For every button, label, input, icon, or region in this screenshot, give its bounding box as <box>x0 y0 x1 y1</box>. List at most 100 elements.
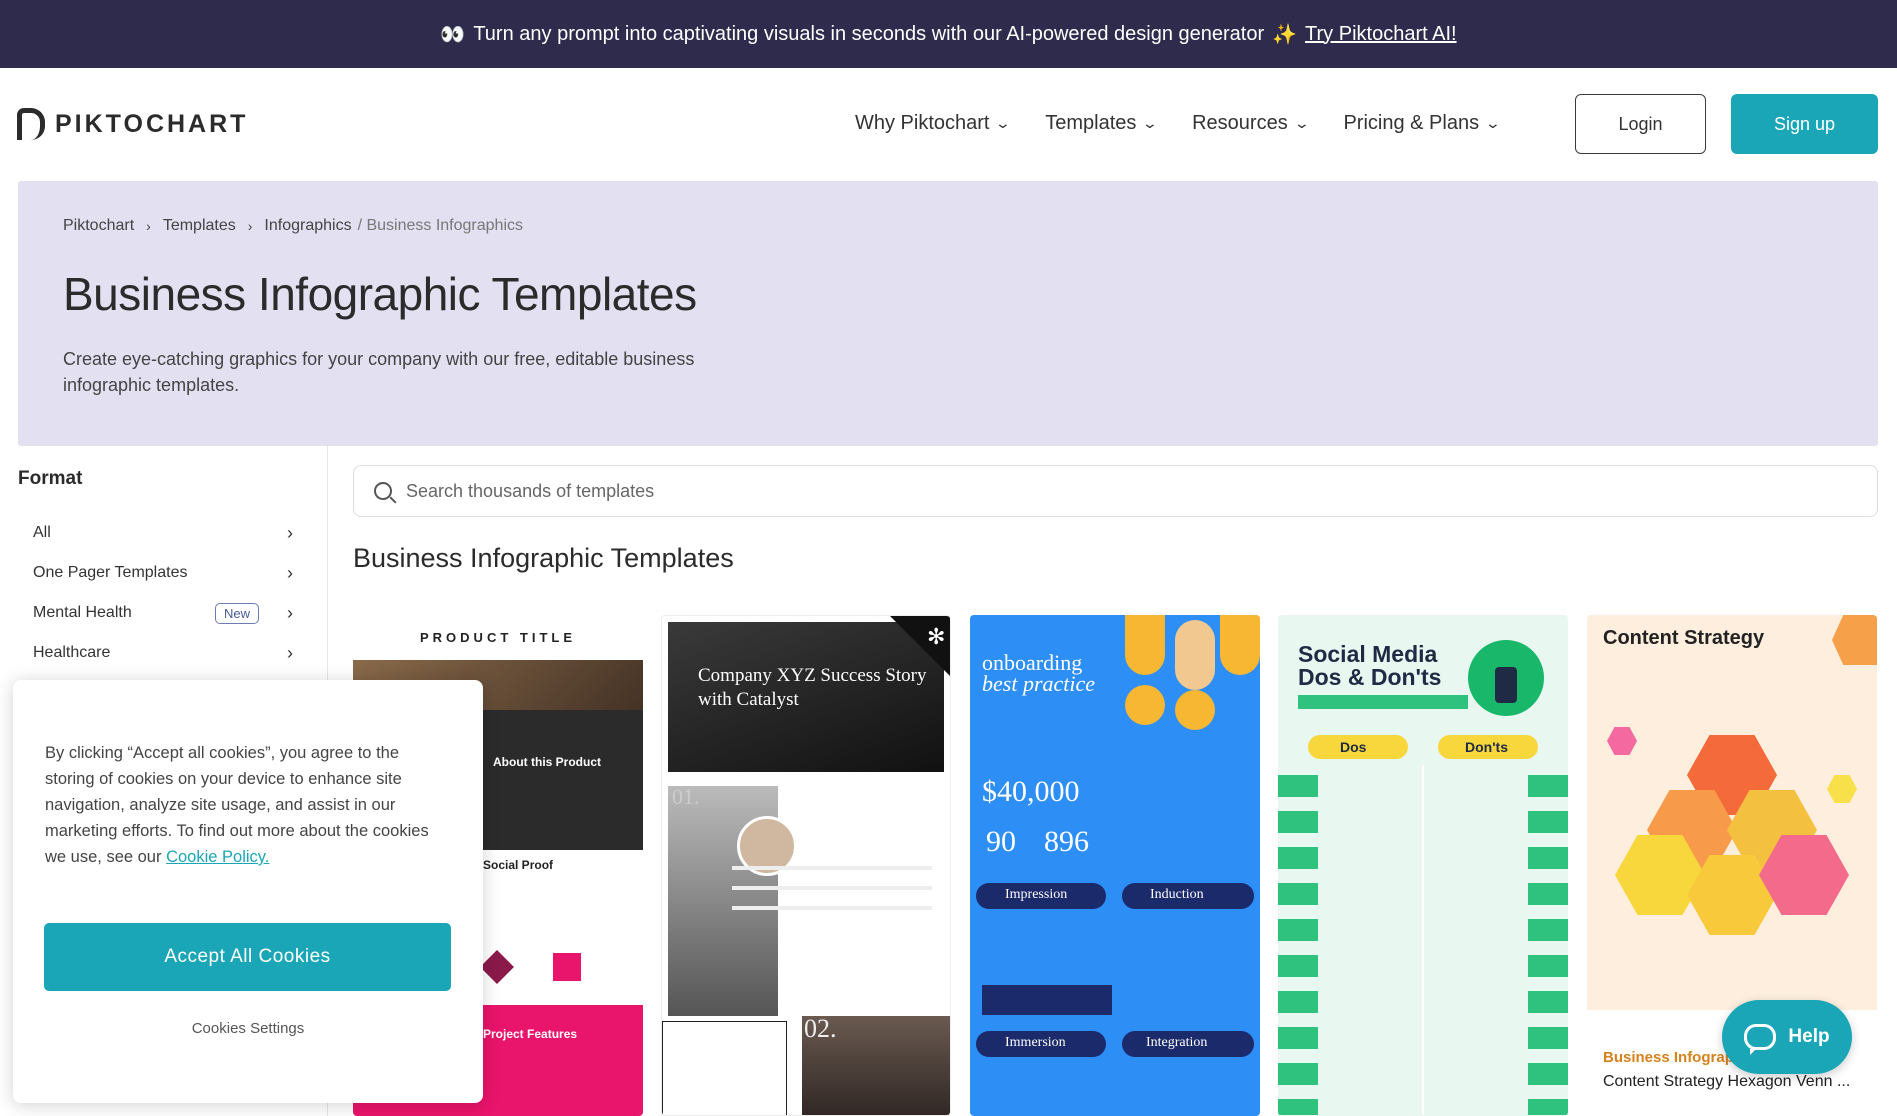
social-proof-heading: Social Proof <box>483 858 554 872</box>
stat-days: 90 <box>986 825 1016 858</box>
checklist-box <box>982 985 1112 1015</box>
dos-label: Dos <box>1340 739 1367 755</box>
stat-applicants: 896 <box>1044 825 1089 858</box>
announcement-bar: 👀 Turn any prompt into captivating visua… <box>0 0 1897 68</box>
breadcrumb-current: / Business Infographics <box>357 217 523 234</box>
format-label: All <box>33 524 51 541</box>
about-block <box>483 710 643 850</box>
logo[interactable]: PIKTOCHART <box>17 108 248 140</box>
announcement-text: Turn any prompt into captivating visuals… <box>473 22 1265 45</box>
logo-text: PIKTOCHART <box>55 109 249 138</box>
deco-hexagon <box>1607 727 1637 755</box>
nav-why-piktochart[interactable]: Why Piktochart ⌄ <box>855 112 1012 135</box>
deco-pill <box>1125 615 1165 675</box>
template-card-social-media[interactable]: Social Media Dos & Don'ts Dos Don'ts <box>1278 615 1568 1116</box>
format-item-healthcare[interactable]: Healthcare › <box>33 638 293 668</box>
logo-icon <box>17 108 45 140</box>
donts-icon-column <box>1528 775 1568 1115</box>
breadcrumb: Piktochart › Templates › Infographics / … <box>63 217 523 235</box>
template-card-success-story[interactable]: ✻ Company XYZ Success Story with Catalys… <box>661 615 951 1116</box>
deco-pill <box>1220 615 1260 675</box>
format-item-mental-health[interactable]: Mental Health New › <box>33 598 293 628</box>
chevron-right-icon: › <box>287 602 293 623</box>
breadcrumb-templates[interactable]: Templates <box>163 217 236 235</box>
card-heading: PRODUCT TITLE <box>420 630 576 645</box>
chevron-down-icon: ⌄ <box>1293 115 1310 131</box>
phase-induction: Induction <box>1150 887 1204 902</box>
chevron-right-icon: › <box>287 522 293 543</box>
help-button[interactable]: Help <box>1722 1000 1852 1074</box>
dos-icon-column <box>1278 775 1318 1115</box>
chevron-right-icon: › <box>146 218 151 234</box>
format-label: Healthcare <box>33 644 111 661</box>
chevron-right-icon: › <box>247 218 253 234</box>
stat-salary: $40,000 <box>982 775 1080 808</box>
phone-icon <box>1495 667 1517 703</box>
nav-templates[interactable]: Templates ⌄ <box>1045 112 1159 135</box>
sparkle-emoji: ✨ <box>1272 23 1298 46</box>
cookie-settings-link[interactable]: Cookies Settings <box>13 1020 483 1037</box>
card-heading: Company XYZ Success Story with Catalyst <box>698 665 927 710</box>
logo-shape <box>553 953 581 981</box>
phase-immersion: Immersion <box>1005 1035 1066 1050</box>
login-button[interactable]: Login <box>1575 94 1706 154</box>
signup-button[interactable]: Sign up <box>1731 94 1878 154</box>
donts-label: Don'ts <box>1465 739 1508 755</box>
format-item-one-pager[interactable]: One Pager Templates › <box>33 558 293 588</box>
divider <box>1422 765 1424 1115</box>
chevron-down-icon: ⌄ <box>995 115 1012 131</box>
cookie-text: By clicking “Accept all cookies”, you ag… <box>45 740 445 870</box>
card-subheading: best practice <box>982 671 1096 696</box>
text-line <box>732 906 932 910</box>
try-ai-link[interactable]: Try Piktochart AI! <box>1305 23 1457 46</box>
nav-resources[interactable]: Resources ⌄ <box>1192 112 1310 135</box>
subtitle-bar <box>1298 695 1468 709</box>
phase-impression: Impression <box>1005 887 1068 902</box>
template-search-input[interactable]: Search thousands of templates <box>353 465 1878 517</box>
logo-shape <box>480 950 514 984</box>
deco-circle <box>1125 685 1165 725</box>
search-placeholder: Search thousands of templates <box>406 480 655 501</box>
deco-pill <box>1175 620 1215 690</box>
format-item-all[interactable]: All › <box>33 518 293 548</box>
eyes-emoji: 👀 <box>440 23 466 46</box>
page-description: Create eye-catching graphics for your co… <box>63 349 695 395</box>
cookie-policy-link[interactable]: Cookie Policy. <box>166 848 269 866</box>
about-heading: About this Product <box>493 755 601 769</box>
main-nav: Why Piktochart ⌄ Templates ⌄ Resources ⌄… <box>855 112 1502 135</box>
card-heading: Social Media Dos & Don'ts <box>1298 641 1442 690</box>
new-badge: New <box>215 602 260 624</box>
nav-label: Templates <box>1045 112 1137 134</box>
deco-circle <box>1175 690 1215 730</box>
site-header: PIKTOCHART Why Piktochart ⌄ Templates ⌄ … <box>0 68 1897 180</box>
template-card-onboarding[interactable]: onboarding best practice $40,000 90 896 … <box>970 615 1260 1116</box>
cookie-consent-dialog: By clicking “Accept all cookies”, you ag… <box>13 680 483 1103</box>
breadcrumb-piktochart[interactable]: Piktochart <box>63 217 134 235</box>
chevron-down-icon: ⌄ <box>1142 115 1159 131</box>
chevron-down-icon: ⌄ <box>1484 115 1502 131</box>
asterisk-icon: ✻ <box>927 624 946 649</box>
format-label: Mental Health <box>33 604 132 621</box>
chevron-right-icon: › <box>287 562 293 583</box>
text-line <box>732 866 932 870</box>
breadcrumb-infographics[interactable]: Infographics <box>264 217 351 235</box>
search-icon <box>374 482 392 500</box>
card-title: Content Strategy Hexagon Venn ... <box>1603 1073 1851 1090</box>
section-number: 02. <box>804 1014 837 1043</box>
info-box <box>662 1021 787 1115</box>
section-number: 01. <box>672 784 700 809</box>
deco-hexagon <box>1827 775 1857 803</box>
nav-label: Resources <box>1192 112 1288 134</box>
text-line <box>732 886 932 890</box>
phase-integration: Integration <box>1146 1035 1208 1050</box>
help-label: Help <box>1788 1026 1830 1047</box>
features-heading: Project Features <box>483 1027 578 1041</box>
deco-hexagon <box>1832 615 1877 665</box>
nav-pricing[interactable]: Pricing & Plans ⌄ <box>1343 112 1502 135</box>
page-title: Business Infographic Templates <box>63 268 697 320</box>
accept-cookies-button[interactable]: Accept All Cookies <box>44 923 451 991</box>
format-label: One Pager Templates <box>33 564 188 581</box>
section-title: Business Infographic Templates <box>353 543 734 573</box>
card-heading: Content Strategy <box>1603 627 1765 649</box>
nav-label: Pricing & Plans <box>1343 112 1480 134</box>
